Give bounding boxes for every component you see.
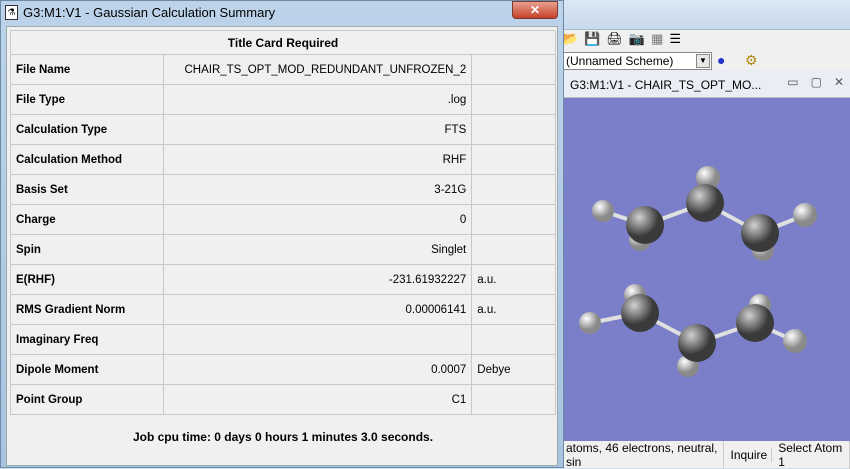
app-icon: ⚗ [5,5,18,20]
child-window-title: G3:M1:V1 - CHAIR_TS_OPT_MO... [570,78,762,92]
row-value [163,324,473,355]
row-value: CHAIR_TS_OPT_MOD_REDUNDANT_UNFROZEN_2 [163,54,473,85]
row-value: .log [163,84,473,115]
toolbar: 📂 💾 🖨 📷 ▦ ☰ [560,28,681,50]
row-label: RMS Gradient Norm [9,294,165,325]
table-row: Point Group C1 [9,384,556,415]
row-unit [471,384,556,415]
table-row: E(RHF) -231.61932227 a.u. [9,264,556,295]
row-value: 0.00006141 [163,294,473,325]
row-unit: a.u. [471,294,556,325]
row-unit [471,204,556,235]
row-label: Spin [9,234,165,265]
status-mode: Inquire [730,447,773,462]
row-unit [471,54,556,85]
row-value: RHF [163,144,473,175]
table-row: Basis Set 3-21G [9,174,556,205]
status-hint: Select Atom 1 [778,440,850,469]
row-value: 0.0007 [163,354,473,385]
calculation-summary-dialog: ⚗ G3:M1:V1 - Gaussian Calculation Summar… [0,0,564,468]
close-button[interactable]: ✕ [512,1,558,19]
row-label: File Name [9,54,165,85]
row-unit [471,234,556,265]
molecule-viewer[interactable] [560,98,850,441]
scheme-value: (Unnamed Scheme) [566,54,674,68]
row-value: C1 [163,384,473,415]
movie-icon[interactable]: ▦ [651,31,663,47]
menu-area [560,0,850,30]
molecule-drawing [579,166,817,377]
row-label: File Type [9,84,165,115]
row-unit [471,84,556,115]
save-icon[interactable]: 💾 [584,31,600,47]
status-molecule-info: atoms, 46 electrons, neutral, sin [566,440,725,469]
row-label: Charge [9,204,165,235]
table-header: Title Card Required [10,30,556,55]
atom-scheme-icon[interactable]: ● [717,52,725,68]
row-label: Calculation Type [9,114,165,145]
carbon-atoms [621,184,779,362]
row-value: -231.61932227 [163,264,473,295]
row-label: Point Group [9,384,165,415]
job-cpu-time: Job cpu time: 0 days 0 hours 1 minutes 3… [132,430,434,445]
gear-icon[interactable]: ⚙ [745,52,758,69]
camera-icon[interactable]: 📷 [629,31,645,47]
table-row: Calculation Type FTS [9,114,556,145]
gaussview-main-window: 📂 💾 🖨 📷 ▦ ☰ (Unnamed Scheme) ▼ ● ⚙ G3:M1:… [560,0,850,469]
row-value: FTS [163,114,473,145]
dialog-title: G3:M1:V1 - Gaussian Calculation Summary [23,5,276,20]
child-window-titlebar: G3:M1:V1 - CHAIR_TS_OPT_MO... ▭ ▢ ✕ [560,70,850,98]
row-unit: Debye [471,354,556,385]
row-unit [471,144,556,175]
maximize-icon[interactable]: ▢ [811,75,822,89]
summary-table: Title Card Required File Name CHAIR_TS_OP… [9,30,556,460]
summary-panel: Title Card Required File Name CHAIR_TS_OP… [6,26,558,466]
scheme-select[interactable]: (Unnamed Scheme) ▼ [562,52,712,70]
table-row: File Name CHAIR_TS_OPT_MOD_REDUNDANT_UNFR… [9,54,556,85]
row-value: 0 [163,204,473,235]
dialog-titlebar: ⚗ G3:M1:V1 - Gaussian Calculation Summar… [1,1,563,25]
chevron-down-icon[interactable]: ▼ [696,54,710,68]
row-unit [471,114,556,145]
row-unit: a.u. [471,264,556,295]
table-row: Charge 0 [9,204,556,235]
list-icon[interactable]: ☰ [669,31,681,47]
row-value: Singlet [163,234,473,265]
row-unit [471,174,556,205]
row-label: E(RHF) [9,264,165,295]
open-icon[interactable]: 📂 [562,31,578,47]
table-row: Imaginary Freq [9,324,556,355]
print-icon[interactable]: 🖨 [606,31,623,47]
status-bar: atoms, 46 electrons, neutral, sin Inquir… [560,440,850,469]
row-label: Calculation Method [9,144,165,175]
row-label: Imaginary Freq [9,324,165,355]
table-row: Dipole Moment 0.0007 Debye [9,354,556,385]
close-icon[interactable]: ✕ [834,75,844,89]
minimize-icon[interactable]: ▭ [787,75,798,89]
table-row: File Type .log [9,84,556,115]
row-label: Dipole Moment [9,354,165,385]
table-row: Spin Singlet [9,234,556,265]
row-unit [471,324,556,355]
row-label: Basis Set [9,174,165,205]
table-row: Calculation Method RHF [9,144,556,175]
table-row: RMS Gradient Norm 0.00006141 a.u. [9,294,556,325]
row-value: 3-21G [163,174,473,205]
